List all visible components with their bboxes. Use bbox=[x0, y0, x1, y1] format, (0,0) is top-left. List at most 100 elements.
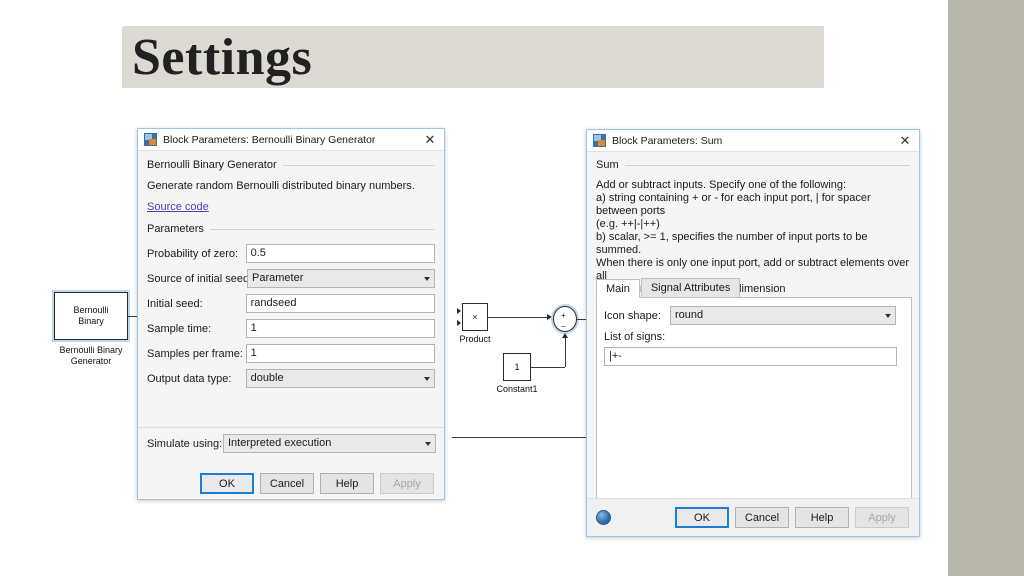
sum-dialog-footer: OK Cancel Help Apply bbox=[587, 498, 919, 536]
arrow-into-sum-plus bbox=[547, 313, 552, 320]
source-code-link[interactable]: Source code bbox=[147, 201, 209, 213]
sum-description-line-3: (e.g. ++|-|++) bbox=[596, 218, 660, 230]
row-probability-of-zero: Probability of zero: 0.5 bbox=[147, 244, 435, 263]
help-circle-icon[interactable] bbox=[596, 510, 611, 525]
select-output-data-type-value: double bbox=[250, 372, 284, 384]
input-sample-time[interactable]: 1 bbox=[245, 319, 435, 338]
label-probability-of-zero: Probability of zero: bbox=[147, 247, 239, 260]
slide-side-band bbox=[948, 0, 1024, 576]
cancel-button[interactable]: Cancel bbox=[735, 507, 789, 528]
block-bernoulli-text: Bernoulli Binary bbox=[73, 305, 109, 326]
sum-tabs-container: Main Signal Attributes Icon shape: round… bbox=[596, 278, 912, 531]
select-icon-shape-value: round bbox=[675, 309, 704, 321]
cancel-button[interactable]: Cancel bbox=[260, 473, 314, 494]
dialog-footer: OK Cancel Help Apply bbox=[138, 473, 444, 494]
close-icon[interactable]: ✕ bbox=[895, 131, 915, 151]
simulate-separator bbox=[138, 427, 444, 428]
parameters-group-header: Parameters bbox=[147, 223, 435, 235]
block-label-constant1: Constant1 bbox=[496, 384, 538, 394]
row-output-data-type: Output data type: double bbox=[147, 369, 435, 388]
block-constant1-text: 1 bbox=[514, 361, 520, 372]
sum-header-rule bbox=[624, 164, 910, 166]
wire-feedback bbox=[452, 437, 588, 438]
select-source-of-initial-seed-value: Parameter bbox=[252, 272, 304, 284]
dialog-description: Generate random Bernoulli distributed bi… bbox=[147, 180, 415, 192]
dialog-sum[interactable]: Block Parameters: Sum ✕ Sum Add or subtr… bbox=[586, 129, 920, 537]
arrow-into-sum-minus bbox=[561, 333, 568, 338]
input-samples-per-frame[interactable]: 1 bbox=[245, 344, 435, 363]
input-probability-of-zero[interactable]: 0.5 bbox=[245, 244, 435, 263]
select-source-of-initial-seed[interactable]: Parameter bbox=[247, 269, 435, 288]
select-output-data-type[interactable]: double bbox=[245, 369, 435, 388]
sum-description-line-2: a) string containing + or - for each inp… bbox=[596, 192, 871, 217]
dialog-body: Bernoulli Binary Generator Generate rand… bbox=[138, 151, 444, 388]
wire-constant1-v bbox=[565, 338, 566, 367]
product-input-port-2 bbox=[457, 320, 461, 326]
parameters-group-label: Parameters bbox=[147, 223, 204, 235]
page-title: Settings bbox=[132, 29, 313, 86]
simulink-block-icon bbox=[144, 133, 157, 146]
header-rule bbox=[282, 164, 435, 166]
select-icon-shape[interactable]: round bbox=[670, 306, 896, 325]
sum-footer-buttons: OK Cancel Help Apply bbox=[675, 507, 909, 528]
row-sample-time: Sample time: 1 bbox=[147, 319, 435, 338]
sum-description-line-4: b) scalar, >= 1, specifies the number of… bbox=[596, 231, 868, 256]
simulink-block-icon bbox=[593, 134, 606, 147]
sum-tabstrip: Main Signal Attributes bbox=[596, 278, 912, 298]
dialog-title: Block Parameters: Bernoulli Binary Gener… bbox=[163, 133, 376, 146]
label-output-data-type: Output data type: bbox=[147, 372, 232, 385]
row-samples-per-frame: Samples per frame: 1 bbox=[147, 344, 435, 363]
block-bernoulli-binary[interactable]: Bernoulli Binary bbox=[54, 292, 128, 340]
tab-signal-attributes[interactable]: Signal Attributes bbox=[640, 278, 741, 297]
block-label-product: Product bbox=[459, 334, 491, 344]
ok-button[interactable]: OK bbox=[675, 507, 729, 528]
row-simulate-using: Simulate using: Interpreted execution bbox=[147, 434, 436, 453]
chevron-down-icon bbox=[424, 276, 430, 281]
sum-dialog-body: Sum Add or subtract inputs. Specify one … bbox=[587, 152, 919, 296]
block-name-text: Bernoulli Binary Generator bbox=[147, 159, 277, 171]
chevron-down-icon bbox=[885, 313, 891, 318]
label-sample-time: Sample time: bbox=[147, 322, 212, 335]
input-initial-seed[interactable]: randseed bbox=[245, 294, 435, 313]
sum-block-name-header: Sum bbox=[596, 159, 910, 171]
sum-minus-sign: − bbox=[561, 322, 566, 331]
help-button[interactable]: Help bbox=[320, 473, 374, 494]
apply-button: Apply bbox=[380, 473, 434, 494]
ok-button[interactable]: OK bbox=[200, 473, 254, 494]
chevron-down-icon bbox=[425, 441, 431, 446]
row-initial-seed: Initial seed: randseed bbox=[147, 294, 435, 313]
sum-plus-sign: + bbox=[561, 311, 566, 320]
select-simulate-using-value: Interpreted execution bbox=[228, 437, 332, 449]
sum-block-name-text: Sum bbox=[596, 159, 619, 171]
block-label-bernoulli: Bernoulli Binary Generator bbox=[59, 345, 123, 366]
chevron-down-icon bbox=[424, 376, 430, 381]
wire-constant1-h bbox=[531, 367, 565, 368]
sum-dialog-titlebar[interactable]: Block Parameters: Sum ✕ bbox=[587, 130, 919, 152]
wire-product-to-sum bbox=[488, 317, 547, 318]
block-name-header: Bernoulli Binary Generator bbox=[147, 159, 435, 171]
label-simulate-using: Simulate using: bbox=[147, 437, 223, 450]
dialog-bernoulli-binary-generator[interactable]: Block Parameters: Bernoulli Binary Gener… bbox=[137, 128, 445, 500]
label-list-of-signs: List of signs: bbox=[604, 331, 666, 343]
sum-description-line-1: Add or subtract inputs. Specify one of t… bbox=[596, 179, 847, 191]
sum-tabpanel-main: Icon shape: round List of signs: |+- bbox=[596, 298, 912, 531]
input-list-of-signs[interactable]: |+- bbox=[604, 347, 897, 366]
select-simulate-using[interactable]: Interpreted execution bbox=[223, 434, 436, 453]
tab-main[interactable]: Main bbox=[596, 279, 640, 298]
row-icon-shape: Icon shape: round bbox=[604, 306, 904, 325]
label-source-of-initial-seed: Source of initial seed: bbox=[147, 272, 253, 285]
apply-button: Apply bbox=[855, 507, 909, 528]
close-icon[interactable]: ✕ bbox=[420, 130, 440, 150]
block-constant1[interactable]: 1 bbox=[503, 353, 531, 381]
label-samples-per-frame: Samples per frame: bbox=[147, 347, 243, 360]
product-input-port-1 bbox=[457, 308, 461, 314]
block-product-text: × bbox=[472, 311, 478, 322]
sum-dialog-title: Block Parameters: Sum bbox=[612, 134, 723, 147]
dialog-titlebar[interactable]: Block Parameters: Bernoulli Binary Gener… bbox=[138, 129, 444, 151]
parameters-rule bbox=[209, 228, 435, 230]
label-initial-seed: Initial seed: bbox=[147, 297, 203, 310]
help-button[interactable]: Help bbox=[795, 507, 849, 528]
label-icon-shape: Icon shape: bbox=[604, 309, 661, 322]
row-source-of-initial-seed: Source of initial seed: Parameter bbox=[147, 269, 435, 288]
block-product[interactable]: × bbox=[462, 303, 488, 331]
